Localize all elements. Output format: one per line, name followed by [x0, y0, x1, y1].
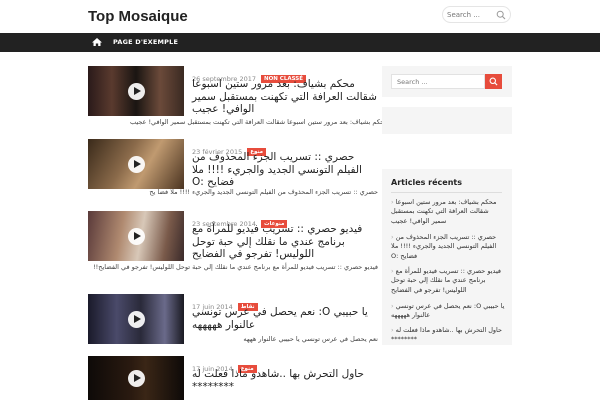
sidebar-search-widget [382, 66, 512, 97]
post-excerpt: نعم يحصل في عرس تونسي يا حبيبي عالنوار ه… [243, 335, 378, 343]
recent-post-link[interactable]: › حصري :: تسريب الجزء المحذوف من الفيلم ا… [391, 233, 505, 261]
post-title[interactable]: حصري :: تسريب الجزء المحذوف من الفيلم ال… [192, 151, 378, 189]
chevron-right-icon: › [391, 198, 394, 206]
play-icon[interactable] [128, 156, 145, 173]
post-thumbnail[interactable] [88, 211, 184, 261]
site-header: Top Mosaique [0, 0, 600, 33]
sidebar-search-button[interactable] [485, 74, 502, 89]
chevron-right-icon: › [391, 233, 394, 241]
post-card: 17 juin 2014 نقاط يا حبيبي O: نعم يحصل في… [88, 294, 378, 350]
header-search-box[interactable] [442, 6, 511, 23]
nav-item-page-exemple[interactable]: PAGE D'EXEMPLE [113, 38, 178, 46]
post-card: 23 février 2015 منوع حصري :: تسريب الجزء … [88, 139, 378, 201]
sidebar-search-input[interactable] [391, 74, 485, 89]
widget-title: Articles récents [391, 178, 462, 187]
sidebar-empty-widget [382, 107, 512, 134]
post-card: 17 juin 2014 منوع حاول التحرش بها ..شاهدو… [88, 356, 378, 400]
search-icon[interactable] [496, 10, 506, 20]
home-icon[interactable] [91, 36, 103, 48]
chevron-right-icon: › [391, 326, 394, 334]
chevron-right-icon: › [391, 267, 394, 275]
post-excerpt: حصري :: تسريب الجزء المحذوف من الفيلم ال… [149, 188, 378, 196]
recent-post-link[interactable]: › حاول التحرش بها ..شاهدو ماذا فعلت له **… [391, 326, 505, 345]
post-excerpt: محكم بشياف: بعد مرور ستين اسبوعا شقالت ا… [129, 118, 388, 126]
recent-posts-widget: Articles récents › محكم بشياف: بعد مرور س… [382, 169, 512, 345]
play-icon[interactable] [128, 370, 145, 387]
post-meta: 23 février 2015 منوع [192, 141, 267, 156]
play-icon[interactable] [128, 311, 145, 328]
recent-post-link[interactable]: › يا حبيبي O: نعم يحصل في عرس تونسي عالنو… [391, 302, 505, 321]
widget-divider [391, 192, 502, 193]
post-meta: 26 septembre 2017 NON CLASSÉ [192, 68, 307, 83]
post-title[interactable]: يا حبيبي O: نعم يحصل في عرس تونسي عالنوا… [192, 306, 378, 331]
post-card: 26 septembre 2017 NON CLASSÉ محكم بشياف: … [88, 66, 388, 128]
site-title[interactable]: Top Mosaique [88, 8, 188, 25]
post-meta: 17 juin 2014 نقاط [192, 296, 258, 311]
play-icon[interactable] [128, 228, 145, 245]
recent-post-link[interactable]: › محكم بشياف: بعد مرور ستين اسبوعا شقالت … [391, 198, 505, 226]
post-card: 23 septembre 2014 منوعات فيديو حصري :: تس… [88, 211, 378, 289]
post-title[interactable]: حاول التحرش بها ..شاهدو ماذا فعلت له ***… [192, 368, 378, 393]
post-thumbnail[interactable] [88, 294, 184, 344]
post-title[interactable]: محكم بشياف: بعد مرور ستين اسبوعا شقالت ا… [192, 78, 378, 116]
post-meta: 17 juin 2014 منوع [192, 358, 257, 373]
post-excerpt: فيديو حصري :: تسريب فيديو للمرأة مع برنا… [93, 263, 378, 271]
post-thumbnail[interactable] [88, 139, 184, 189]
post-thumbnail[interactable] [88, 356, 184, 400]
chevron-right-icon: › [391, 302, 394, 310]
recent-post-link[interactable]: › فيديو حصري :: تسريب فيديو للمرأة مع برن… [391, 267, 505, 295]
search-icon [489, 77, 498, 86]
post-thumbnail[interactable] [88, 66, 184, 116]
main-navbar: PAGE D'EXEMPLE [0, 33, 600, 52]
post-meta: 23 septembre 2014 منوعات [192, 213, 288, 228]
post-title[interactable]: فيديو حصري :: تسريب فيديو للمرأة مع برنا… [192, 223, 378, 261]
play-icon[interactable] [128, 83, 145, 100]
header-search-input[interactable] [447, 9, 495, 21]
